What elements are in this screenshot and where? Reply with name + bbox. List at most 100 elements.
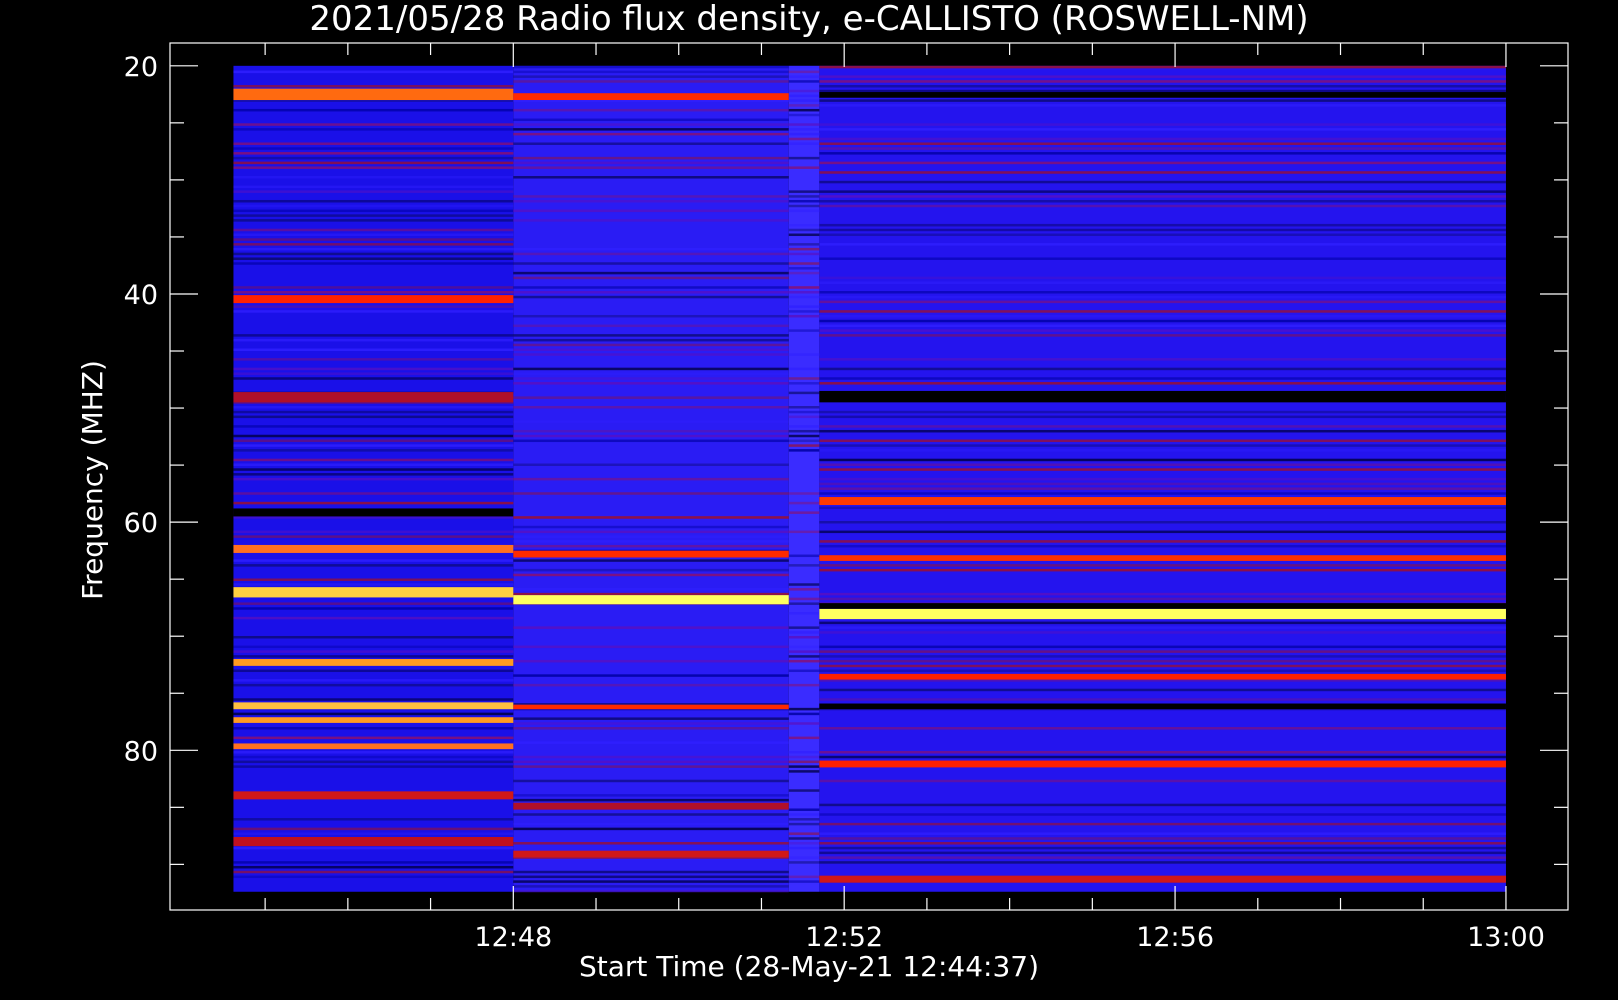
noise-stripe [819,851,1506,855]
noise-stripe [819,477,1506,481]
noise-stripe [233,243,514,246]
noise-stripe [513,827,789,831]
spectral-band [819,555,1506,561]
noise-stripe [233,128,514,131]
noise-stripe [819,655,1506,658]
noise-stripe [233,252,514,256]
noise-stripe [233,147,514,150]
noise-stripe [233,492,514,495]
noise-stripe [513,156,789,160]
noise-stripe [819,233,1506,237]
noise-stripe [819,65,1506,69]
noise-stripe [233,449,514,452]
noise-stripe [819,568,1506,572]
noise-stripe [233,535,514,538]
noise-stripe [819,842,1506,845]
noise-stripe [233,161,514,165]
noise-stripe [233,818,514,821]
noise-stripe [819,463,1506,467]
noise-stripe [819,334,1506,337]
noise-stripe [819,319,1506,323]
noise-stripe [233,458,514,462]
noise-stripe [513,262,789,265]
noise-stripe [788,70,820,74]
noise-stripe [788,683,820,687]
spectrogram-chart: 2021/05/28 Radio flux density, e-CALLIST… [0,0,1618,1000]
noise-stripe [788,492,820,495]
noise-stripe [513,118,789,122]
noise-stripe [819,329,1506,332]
noise-stripe [788,128,820,131]
noise-stripe [233,755,514,759]
noise-stripe [788,286,820,289]
noise-stripe [233,679,514,682]
noise-stripe [819,669,1506,673]
noise-stripe [233,377,514,380]
noise-stripe [513,291,789,294]
noise-stripe [788,305,820,308]
noise-stripe [819,429,1506,433]
noise-stripe [513,674,789,677]
noise-stripe [233,477,514,481]
noise-stripe [513,525,789,529]
noise-stripe [819,664,1506,668]
noise-stripe [819,180,1506,184]
noise-stripe [513,161,789,165]
y-axis-label: Frequency (MHZ) [76,360,109,600]
noise-stripe [233,204,514,208]
spectral-band [233,544,514,553]
noise-stripe [233,348,514,352]
noise-stripe [788,190,820,193]
spectral-band [513,850,789,858]
noise-stripe [233,683,514,687]
noise-stripe [819,449,1506,452]
noise-stripe [819,324,1506,328]
noise-stripe [233,305,514,308]
noise-stripe [513,794,789,797]
noise-stripe [513,659,789,663]
noise-stripe [788,722,820,725]
noise-stripe [819,128,1506,131]
noise-stripe [819,276,1506,280]
x-axis-label: Start Time (28-May-21 12:44:37) [579,950,1039,983]
noise-stripe [788,94,820,98]
noise-stripe [788,243,820,246]
noise-stripe [819,152,1506,155]
noise-stripe [233,291,514,294]
noise-stripe [788,837,820,840]
noise-stripe [788,247,820,251]
spectral-band [233,88,514,101]
noise-stripe [819,544,1506,548]
noise-stripe [788,813,820,816]
noise-stripe [233,257,514,260]
noise-stripe [788,132,820,136]
spectral-band [233,702,514,710]
noise-stripe [513,348,789,352]
noise-stripe [513,492,789,495]
noise-stripe [233,602,514,605]
noise-stripe [513,276,789,280]
spectral-band [233,743,514,750]
noise-stripe [513,880,789,883]
noise-stripe [788,108,820,112]
noise-stripe [788,626,820,629]
noise-stripe [788,707,820,711]
noise-stripe [513,128,789,131]
noise-stripe [819,846,1506,850]
noise-stripe [819,415,1506,419]
noise-stripe [233,516,514,519]
x-tick-label: 12:48 [474,922,552,953]
noise-stripe [233,425,514,428]
noise-stripe [233,166,514,169]
noise-stripe [788,808,820,811]
noise-stripe [819,803,1506,807]
noise-stripe [819,190,1506,193]
noise-stripe [819,199,1506,203]
noise-stripe [788,75,820,78]
noise-stripe [788,195,820,198]
noise-stripe [513,434,789,438]
noise-stripe [233,190,514,193]
noise-stripe [788,391,820,395]
noise-stripe [513,199,789,203]
noise-stripe [819,530,1506,534]
